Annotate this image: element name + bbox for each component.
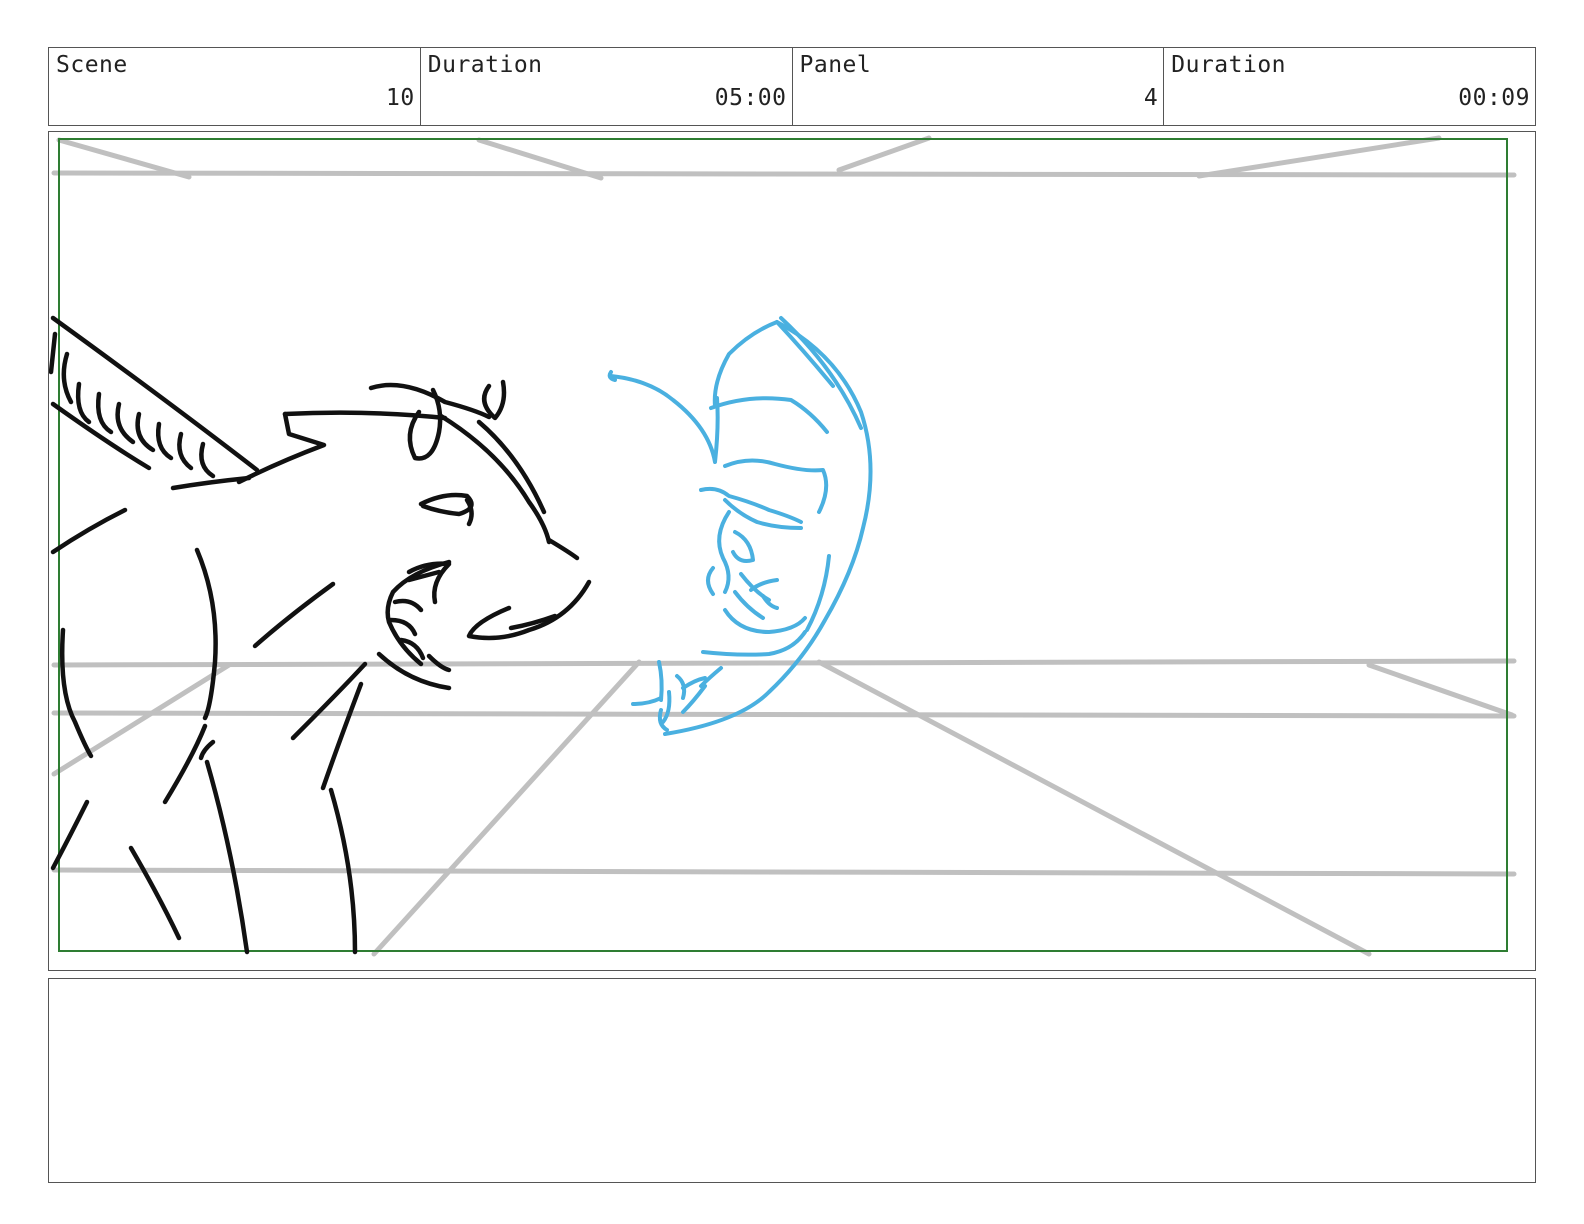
- perspective-guides: [51, 135, 1517, 957]
- panel-duration-value[interactable]: 00:09: [1458, 85, 1530, 111]
- creature-sketch: [607, 316, 873, 736]
- scene-cell: Scene 10: [49, 48, 421, 125]
- scene-duration-value[interactable]: 05:00: [715, 85, 787, 111]
- panel-duration-cell: Duration 00:09: [1164, 48, 1535, 125]
- panel-number[interactable]: 4: [1144, 85, 1158, 111]
- storyboard-header: Scene 10 Duration 05:00 Panel 4 Duration…: [48, 47, 1536, 126]
- panel-drawing: [49, 135, 1517, 957]
- safe-frame: [58, 138, 1508, 952]
- panel-duration-label: Duration: [1171, 52, 1287, 78]
- beast-sketch: [49, 315, 592, 955]
- panel-cell: Panel 4: [793, 48, 1165, 125]
- storyboard-panel[interactable]: [48, 131, 1536, 971]
- scene-duration-cell: Duration 05:00: [421, 48, 793, 125]
- panel-notes[interactable]: [48, 978, 1536, 1183]
- scene-number[interactable]: 10: [386, 85, 415, 111]
- scene-label: Scene: [56, 52, 128, 78]
- panel-label: Panel: [799, 52, 872, 78]
- scene-duration-label: Duration: [427, 52, 543, 78]
